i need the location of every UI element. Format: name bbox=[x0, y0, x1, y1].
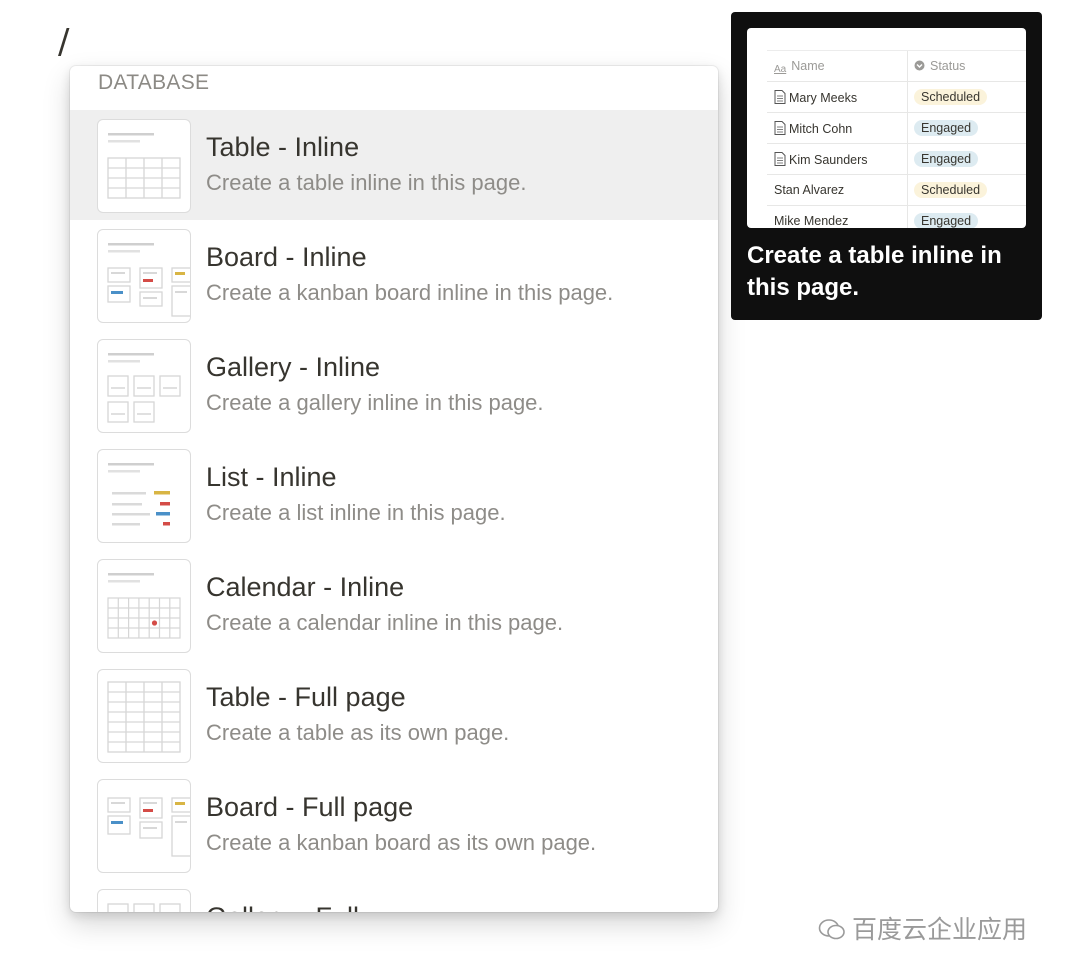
preview-row-name: Mitch Cohn bbox=[789, 122, 853, 136]
menu-item-calendar-inline[interactable]: Calendar - Inline Create a calendar inli… bbox=[70, 550, 718, 660]
hover-preview-tooltip: Aa Name Status Mary Meeks Scheduled Mitch… bbox=[731, 12, 1042, 320]
preview-table-row: Stan Alvarez Scheduled bbox=[767, 174, 1026, 205]
gallery-fullpage-icon bbox=[97, 889, 191, 912]
preview-table-image: Aa Name Status Mary Meeks Scheduled Mitch… bbox=[747, 28, 1026, 228]
status-tag-engaged: Engaged bbox=[914, 213, 979, 228]
menu-item-board-fullpage[interactable]: Board - Full page Create a kanban board … bbox=[70, 770, 718, 880]
page-icon bbox=[774, 121, 786, 135]
list-inline-icon bbox=[97, 449, 191, 543]
section-header-database: DATABASE bbox=[98, 71, 210, 94]
menu-item-title: Gallery - Inline bbox=[206, 352, 381, 382]
preview-header-status: Status bbox=[930, 59, 966, 73]
slash-command-text: / bbox=[58, 22, 70, 62]
menu-item-description: Create a calendar inline in this page. bbox=[206, 610, 564, 635]
board-fullpage-icon bbox=[97, 779, 191, 873]
menu-item-description: Create a list inline in this page. bbox=[206, 500, 506, 525]
preview-table: Aa Name Status Mary Meeks Scheduled Mitch… bbox=[767, 50, 1026, 228]
menu-item-title: List - Inline bbox=[206, 462, 337, 492]
preview-table-row: Mary Meeks Scheduled bbox=[767, 81, 1026, 112]
menu-item-table-fullpage[interactable]: Table - Full page Create a table as its … bbox=[70, 660, 718, 770]
menu-item-description: Create a kanban board as its own page. bbox=[206, 830, 597, 855]
menu-item-table-inline[interactable]: Table - Inline Create a table inline in … bbox=[70, 110, 718, 220]
preview-table-row: Kim Saunders Engaged bbox=[767, 143, 1026, 174]
table-fullpage-icon bbox=[97, 669, 191, 763]
menu-item-gallery-inline[interactable]: Gallery - Inline Create a gallery inline… bbox=[70, 330, 718, 440]
menu-item-title: Board - Inline bbox=[206, 242, 367, 272]
menu-item-list-inline[interactable]: List - Inline Create a list inline in th… bbox=[70, 440, 718, 550]
page-icon bbox=[774, 90, 786, 104]
preview-row-name: Stan Alvarez bbox=[774, 183, 845, 197]
menu-item-title: Calendar - Inline bbox=[206, 572, 405, 602]
preview-table-row: Mitch Cohn Engaged bbox=[767, 112, 1026, 143]
watermark-text: 百度云企业应用 bbox=[852, 916, 1028, 944]
board-inline-icon bbox=[97, 229, 191, 323]
status-tag-engaged: Engaged bbox=[914, 151, 979, 167]
status-tag-scheduled: Scheduled bbox=[914, 182, 988, 198]
menu-item-description: Create a gallery inline in this page. bbox=[206, 390, 544, 415]
text-property-icon: Aa bbox=[774, 64, 787, 75]
gallery-inline-icon bbox=[97, 339, 191, 433]
menu-item-title: Table - Full page bbox=[206, 682, 406, 712]
menu-item-title: Table - Inline bbox=[206, 132, 360, 162]
database-block-menu: DATABASE Table - Inline Create a table i… bbox=[70, 66, 718, 912]
menu-item-board-inline[interactable]: Board - Inline Create a kanban board inl… bbox=[70, 220, 718, 330]
menu-item-description: Create a table as its own page. bbox=[206, 720, 510, 745]
calendar-inline-icon bbox=[97, 559, 191, 653]
preview-row-name: Mike Mendez bbox=[774, 214, 849, 228]
wechat-logo-icon bbox=[818, 919, 845, 940]
status-tag-scheduled: Scheduled bbox=[914, 89, 988, 105]
watermark: 百度云企业应用 bbox=[818, 910, 1027, 946]
menu-item-description: Create a table inline in this page. bbox=[206, 170, 527, 195]
status-tag-engaged: Engaged bbox=[914, 120, 979, 136]
preview-row-name: Mary Meeks bbox=[789, 91, 858, 105]
menu-item-title: Board - Full page bbox=[206, 792, 414, 822]
preview-caption: Create a table inline in this page. bbox=[747, 242, 1002, 301]
select-property-icon bbox=[914, 60, 925, 71]
table-inline-icon bbox=[97, 119, 191, 213]
menu-item-description: Create a kanban board inline in this pag… bbox=[206, 280, 614, 305]
menu-item-title: Gallery - Full bbox=[206, 902, 359, 912]
menu-item-gallery-fullpage[interactable]: Gallery - Full bbox=[70, 880, 718, 912]
preview-row-name: Kim Saunders bbox=[789, 153, 868, 167]
preview-table-row: Mike Mendez Engaged bbox=[767, 205, 1026, 228]
preview-table-header: Aa Name Status bbox=[767, 50, 1026, 81]
page-icon bbox=[774, 152, 786, 166]
preview-header-name: Name bbox=[791, 59, 825, 73]
